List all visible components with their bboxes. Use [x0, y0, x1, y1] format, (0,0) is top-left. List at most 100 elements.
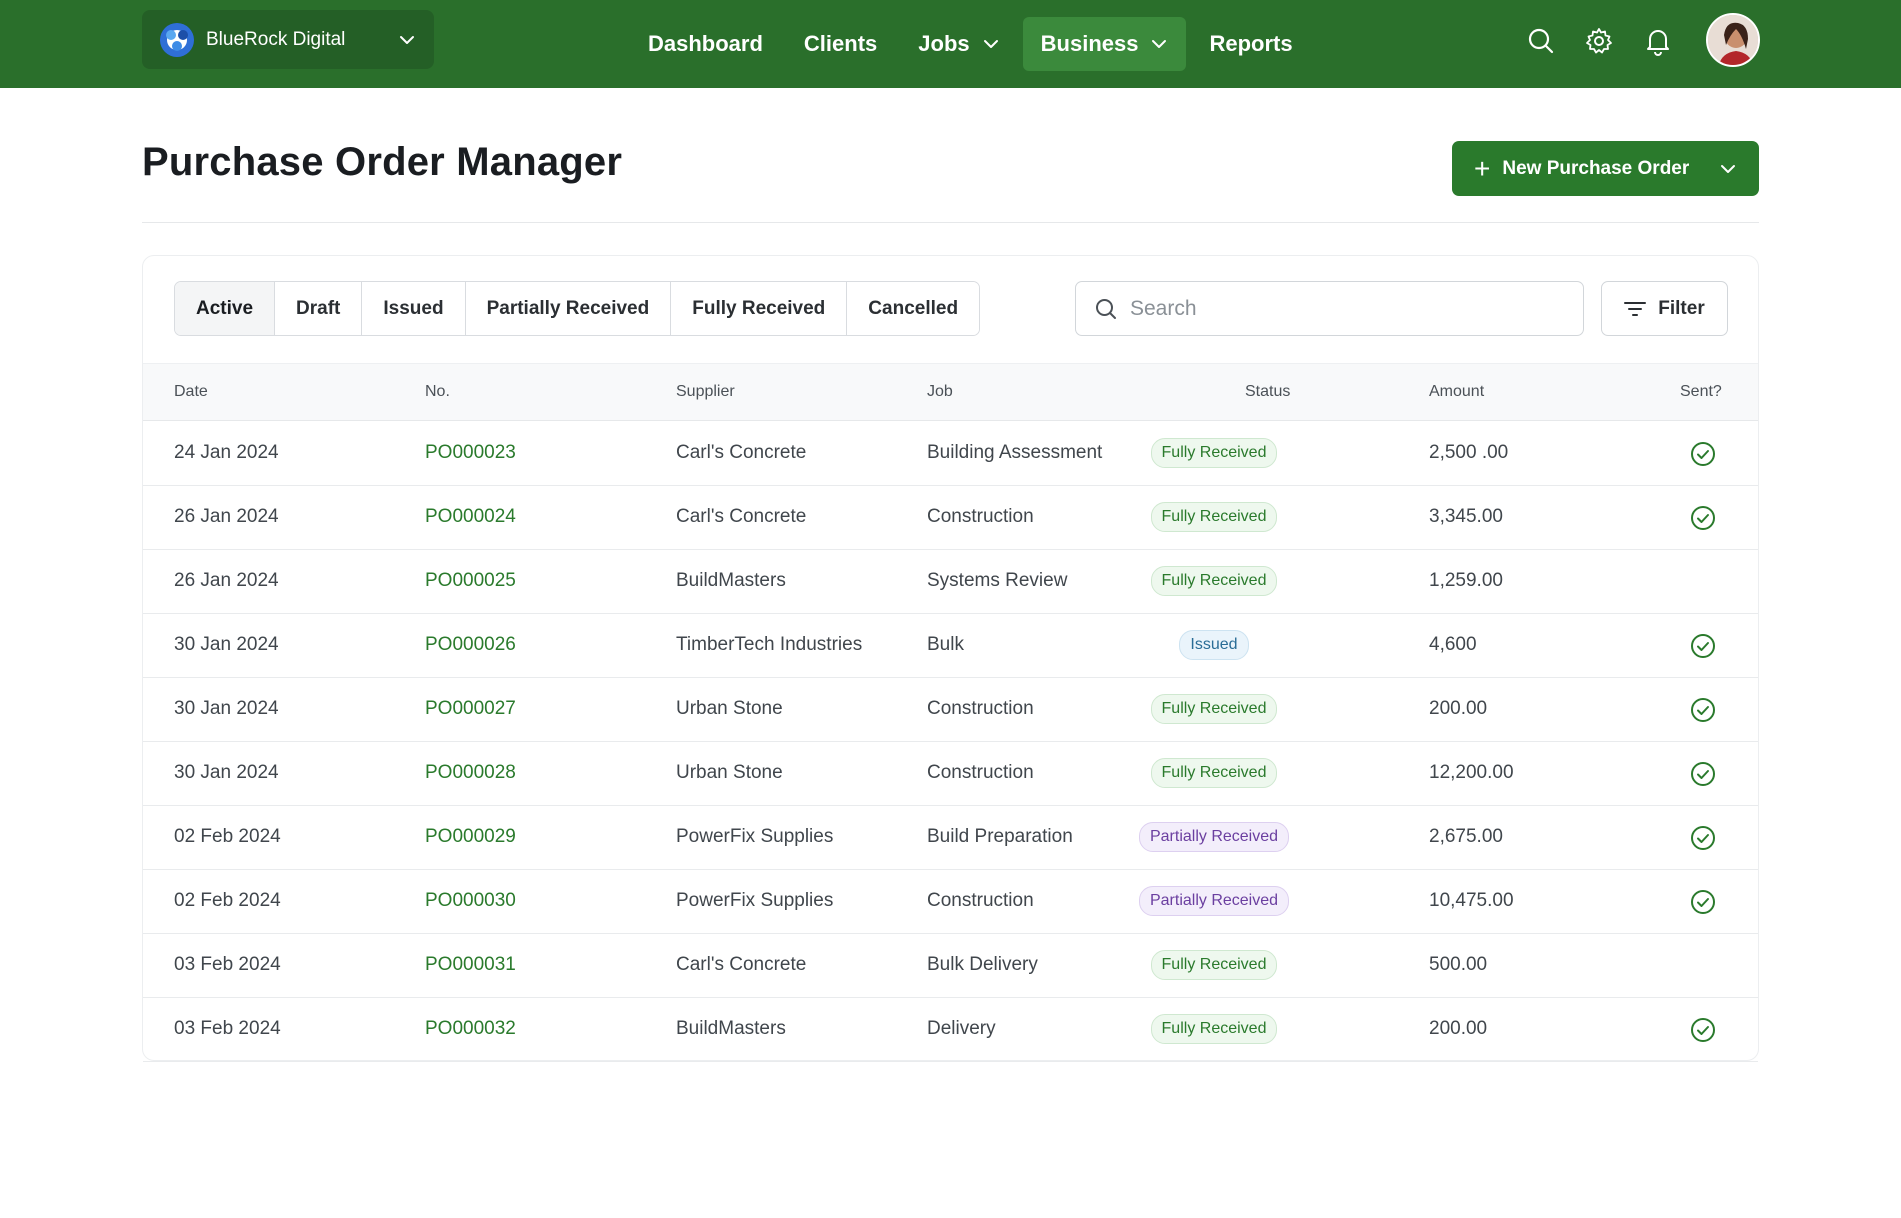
po-number-link[interactable]: PO000032 — [425, 1018, 516, 1040]
nav-clients-label: Clients — [803, 31, 878, 56]
po-number-link[interactable]: PO000025 — [425, 570, 516, 592]
table-row[interactable]: 30 Jan 2024 PO000026 TimberTech Industries… — [143, 614, 1758, 678]
workspace-switcher[interactable]: BlueRock Digital — [142, 10, 434, 69]
cell-amount: 200.00 — [1429, 1018, 1488, 1039]
status-badge: Fully Received — [1150, 438, 1278, 468]
cell-job: Bulk Delivery — [927, 954, 1038, 975]
nav-business-label: Business — [1040, 31, 1139, 56]
po-number-link[interactable]: PO000024 — [425, 506, 516, 528]
po-number-link[interactable]: PO000027 — [425, 698, 516, 720]
column-status[interactable]: Status — [1245, 383, 1290, 401]
column-job[interactable]: Job — [927, 383, 953, 401]
po-number-link[interactable]: PO000023 — [425, 442, 516, 464]
search-box — [1075, 281, 1584, 336]
status-cell: Fully Received — [1131, 502, 1297, 532]
status-cell: Fully Received — [1131, 950, 1297, 980]
column-supplier[interactable]: Supplier — [676, 383, 735, 401]
filter-button[interactable]: Filter — [1601, 281, 1728, 336]
status-cell: Partially Received — [1131, 822, 1297, 852]
search-icon — [1096, 298, 1116, 319]
status-badge: Issued — [1179, 630, 1249, 660]
cell-supplier: Urban Stone — [676, 762, 783, 783]
cell-supplier: BuildMasters — [676, 1018, 786, 1039]
table-header: Date No. Supplier Job Status Amount Sent… — [143, 363, 1758, 421]
brand-logo-icon — [160, 22, 194, 57]
tab-cancelled[interactable]: Cancelled — [847, 282, 980, 335]
cell-amount: 200.00 — [1429, 698, 1488, 719]
page-title: Purchase Order Manager — [142, 140, 623, 184]
cell-date: 30 Jan 2024 — [174, 698, 279, 719]
cell-amount: 12,200.00 — [1429, 762, 1514, 783]
status-tabs: Active Draft Issued Partially Received F… — [174, 281, 981, 336]
nav-clients[interactable]: Clients — [786, 17, 895, 71]
search-input[interactable] — [1130, 296, 1550, 321]
table-row[interactable]: 02 Feb 2024 PO000029 PowerFix Supplies Buil… — [143, 806, 1758, 870]
status-cell: Fully Received — [1131, 758, 1297, 788]
search-icon[interactable] — [1526, 26, 1556, 56]
po-number-link[interactable]: PO000031 — [425, 954, 516, 976]
status-cell: Fully Received — [1131, 1014, 1297, 1044]
check-circle-icon — [1691, 762, 1715, 786]
check-circle-icon — [1691, 826, 1715, 850]
table-row[interactable]: 30 Jan 2024 PO000027 Urban Stone Constructi… — [143, 678, 1758, 742]
status-cell: Issued — [1131, 630, 1297, 660]
po-number-link[interactable]: PO000029 — [425, 826, 516, 848]
column-date[interactable]: Date — [174, 383, 208, 401]
nav-dashboard-label: Dashboard — [648, 31, 763, 56]
user-avatar[interactable] — [1706, 13, 1760, 67]
status-badge: Fully Received — [1150, 502, 1278, 532]
gear-icon[interactable] — [1584, 26, 1614, 56]
po-number-link[interactable]: PO000028 — [425, 762, 516, 784]
cell-date: 24 Jan 2024 — [174, 442, 279, 463]
bell-icon[interactable] — [1643, 26, 1673, 56]
nav-dashboard[interactable]: Dashboard — [630, 17, 781, 71]
status-badge: Fully Received — [1150, 950, 1278, 980]
column-no[interactable]: No. — [425, 383, 450, 401]
new-purchase-order-label: New Purchase Order — [1502, 157, 1690, 179]
cell-date: 30 Jan 2024 — [174, 634, 279, 655]
cell-amount: 4,600 — [1429, 634, 1477, 655]
tab-fully-received[interactable]: Fully Received — [671, 282, 848, 335]
nav-business[interactable]: Business — [1022, 17, 1187, 71]
table-row[interactable]: 02 Feb 2024 PO000030 PowerFix Supplies Cons… — [143, 870, 1758, 934]
cell-supplier: Carl's Concrete — [676, 442, 807, 463]
cell-amount: 3,345.00 — [1429, 506, 1503, 527]
po-number-link[interactable]: PO000026 — [425, 634, 516, 656]
chevron-down-icon — [1152, 40, 1167, 48]
table-row[interactable]: 03 Feb 2024 PO000032 BuildMasters Delivery F… — [143, 998, 1758, 1062]
nav-reports[interactable]: Reports — [1191, 17, 1310, 71]
nav-jobs[interactable]: Jobs — [900, 17, 1017, 71]
status-cell: Fully Received — [1131, 694, 1297, 724]
table-row[interactable]: 30 Jan 2024 PO000028 Urban Stone Constructi… — [143, 742, 1758, 806]
tab-draft[interactable]: Draft — [275, 282, 363, 335]
table-row[interactable]: 24 Jan 2024 PO000023 Carl's Concrete Buildi… — [143, 422, 1758, 486]
chevron-down-icon — [400, 35, 414, 44]
column-sent[interactable]: Sent? — [1680, 383, 1722, 401]
header-divider — [142, 222, 1759, 223]
table-row[interactable]: 03 Feb 2024 PO000031 Carl's Concrete Bulk D… — [143, 934, 1758, 998]
cell-date: 02 Feb 2024 — [174, 826, 281, 847]
check-circle-icon — [1691, 442, 1715, 466]
cell-amount: 1,259.00 — [1429, 570, 1503, 591]
cell-job: Delivery — [927, 1018, 996, 1039]
tab-active[interactable]: Active — [175, 282, 276, 335]
cell-job: Construction — [927, 698, 1034, 719]
cell-job: Construction — [927, 890, 1034, 911]
column-amount[interactable]: Amount — [1429, 383, 1484, 401]
top-navbar: BlueRock Digital Dashboard Clients Jobs … — [0, 0, 1901, 88]
table-row[interactable]: 26 Jan 2024 PO000024 Carl's Concrete Constr… — [143, 486, 1758, 550]
cell-date: 26 Jan 2024 — [174, 506, 279, 527]
table-row[interactable]: 26 Jan 2024 PO000025 BuildMasters Systems R… — [143, 550, 1758, 614]
status-badge: Fully Received — [1150, 566, 1278, 596]
check-circle-icon — [1691, 698, 1715, 722]
cell-supplier: Carl's Concrete — [676, 954, 807, 975]
cell-supplier: PowerFix Supplies — [676, 890, 834, 911]
nav-jobs-label: Jobs — [918, 31, 970, 56]
po-number-link[interactable]: PO000030 — [425, 890, 516, 912]
plus-icon: + — [1474, 152, 1491, 184]
status-badge: Partially Received — [1138, 886, 1290, 916]
tab-issued[interactable]: Issued — [362, 282, 466, 335]
cell-amount: 2,675.00 — [1429, 826, 1503, 847]
new-purchase-order-button[interactable]: + New Purchase Order — [1452, 141, 1759, 196]
tab-partially-received[interactable]: Partially Received — [465, 282, 672, 335]
